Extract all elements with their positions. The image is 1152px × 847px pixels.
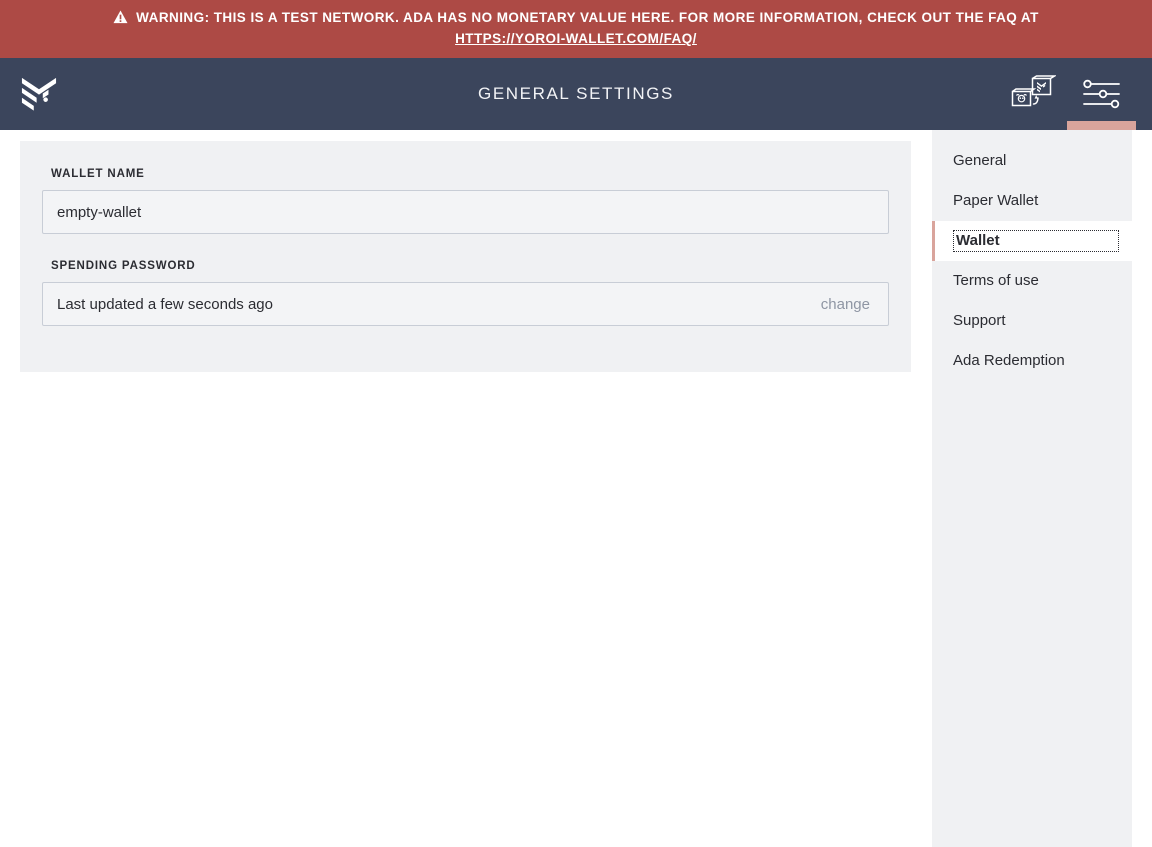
settings-button[interactable] — [1067, 58, 1136, 130]
menu-item-label: Support — [953, 312, 1006, 329]
spending-password-status: Last updated a few seconds ago — [57, 295, 273, 313]
menu-item-label: Terms of use — [953, 272, 1039, 289]
warning-triangle-icon — [113, 10, 128, 24]
app-header: GENERAL SETTINGS — [0, 58, 1152, 130]
page-body: WALLET NAME SPENDING PASSWORD Last updat… — [0, 130, 1152, 847]
menu-item-label: Ada Redemption — [953, 352, 1065, 369]
settings-menu: General Paper Wallet Wallet Terms of use… — [932, 130, 1132, 847]
menu-item-ada-redemption[interactable]: Ada Redemption — [932, 341, 1132, 381]
warning-banner-text: WARNING: THIS IS A TEST NETWORK. ADA HAS… — [136, 10, 1039, 25]
menu-item-label: Wallet — [953, 230, 1119, 252]
settings-sliders-icon — [1082, 79, 1120, 109]
page-title: GENERAL SETTINGS — [478, 84, 674, 103]
menu-item-general[interactable]: General — [932, 141, 1132, 181]
wallet-settings-panel: WALLET NAME SPENDING PASSWORD Last updat… — [20, 141, 911, 372]
menu-item-paper-wallet[interactable]: Paper Wallet — [932, 181, 1132, 221]
spending-password-field-block: SPENDING PASSWORD Last updated a few sec… — [42, 260, 889, 326]
wallet-name-input[interactable] — [42, 190, 889, 234]
menu-item-wallet[interactable]: Wallet — [932, 221, 1132, 261]
header-actions — [998, 58, 1136, 130]
wallet-switch-button[interactable] — [998, 58, 1067, 130]
wallet-name-field-block: WALLET NAME — [42, 168, 889, 234]
change-password-button[interactable]: change — [811, 292, 878, 317]
spending-password-label: SPENDING PASSWORD — [51, 260, 196, 272]
settings-content-column: WALLET NAME SPENDING PASSWORD Last updat… — [0, 130, 932, 372]
menu-item-label: Paper Wallet — [953, 192, 1039, 209]
spending-password-row: Last updated a few seconds ago change — [42, 282, 889, 326]
wallet-switch-icon — [1011, 75, 1056, 107]
menu-item-support[interactable]: Support — [932, 301, 1132, 341]
test-network-warning-banner: WARNING: THIS IS A TEST NETWORK. ADA HAS… — [0, 0, 1152, 58]
menu-item-terms-of-use[interactable]: Terms of use — [932, 261, 1132, 301]
menu-item-label: General — [953, 152, 1007, 169]
yoroi-chevron-logo-icon[interactable] — [20, 76, 58, 112]
wallet-name-label: WALLET NAME — [51, 168, 145, 180]
warning-banner-faq-link[interactable]: HTTPS://YOROI-WALLET.COM/FAQ/ — [455, 31, 697, 46]
